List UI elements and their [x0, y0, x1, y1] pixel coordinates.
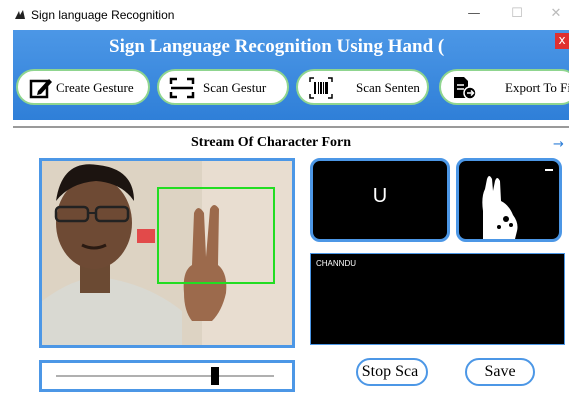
- predicted-character: U: [372, 185, 388, 207]
- stream-title: Stream Of Character Forn: [191, 135, 352, 150]
- threshold-slider[interactable]: [39, 360, 295, 392]
- header-close-button[interactable]: x: [555, 33, 569, 49]
- scan-icon: [169, 77, 195, 99]
- window-close-button[interactable]: ✕: [544, 4, 568, 24]
- window-titlebar: Sign language Recognition — ☐ ✕: [0, 0, 569, 30]
- slider-thumb[interactable]: [211, 367, 220, 385]
- app-icon: [15, 10, 25, 19]
- app-heading: Sign Language Recognition Using Hand (: [109, 36, 445, 57]
- export-to-file-label: Export To Fi: [505, 80, 569, 95]
- edit-icon: [29, 79, 52, 99]
- barcode-icon: [309, 77, 333, 99]
- sentence-output-panel: CHANNDU: [310, 253, 565, 345]
- section-divider: [13, 126, 569, 128]
- scan-sentence-label: Scan Senten: [356, 80, 420, 95]
- slider-track[interactable]: [56, 375, 274, 377]
- app-header: Sign Language Recognition Using Hand ( x…: [13, 30, 569, 120]
- stop-scan-label: Stop Sca: [361, 363, 419, 380]
- camera-feed: [39, 158, 295, 348]
- export-to-file-button[interactable]: Export To Fi: [439, 69, 569, 105]
- recognized-sentence: CHANNDU: [316, 259, 356, 268]
- threshold-hand-image: [482, 169, 553, 239]
- minimize-button[interactable]: —: [462, 4, 486, 24]
- create-gesture-label: Create Gesture: [56, 80, 134, 95]
- threshold-preview-panel: [456, 158, 562, 242]
- create-gesture-button[interactable]: Create Gesture: [16, 69, 150, 105]
- scan-sentence-button[interactable]: Scan Senten: [296, 69, 429, 105]
- window-title: Sign language Recognition: [31, 8, 175, 22]
- arrow-right-icon[interactable]: →: [553, 137, 564, 152]
- stop-scan-button[interactable]: Stop Sca: [356, 358, 428, 386]
- camera-frame-image: [42, 161, 292, 345]
- scan-gesture-label: Scan Gestur: [203, 80, 267, 95]
- scan-gesture-button[interactable]: Scan Gestur: [157, 69, 289, 105]
- save-button[interactable]: Save: [465, 358, 535, 386]
- maximize-button[interactable]: ☐: [505, 4, 529, 24]
- export-file-icon: [454, 77, 477, 100]
- predicted-character-panel: U: [310, 158, 450, 242]
